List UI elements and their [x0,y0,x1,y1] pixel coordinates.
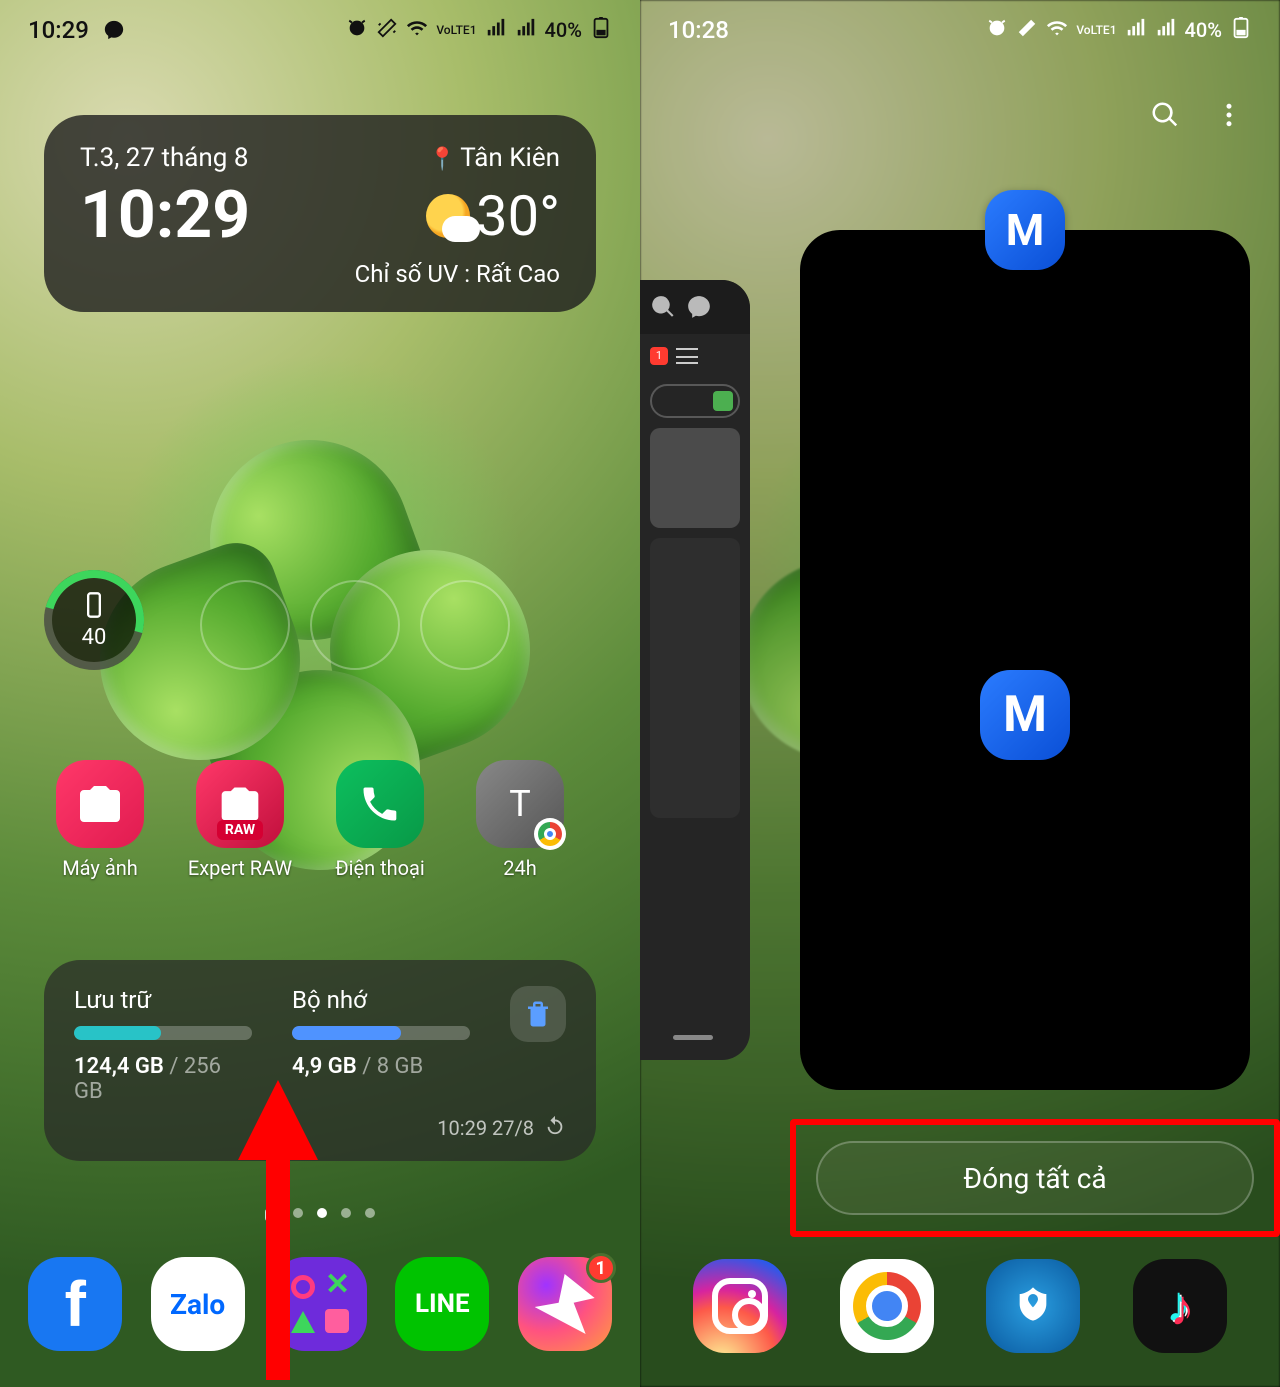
swipe-up-arrow-annotation [248,1080,308,1380]
weather-temp: 30° [426,183,560,249]
app-phone[interactable]: Điện thoại [324,760,436,880]
messenger-notif-icon [103,19,125,41]
location-pin-icon: 📍 [429,147,456,172]
screen-home: 10:29 VoLTE1 40% T.3, 27 tháng 8 📍Tân Ki… [0,0,640,1387]
volte-label: VoLTE1 [1076,24,1116,36]
screen-recents: 10:28 VoLTE1 40% 1 M [640,0,1280,1387]
recents-card-main[interactable]: M M [800,230,1250,1090]
camera-icon [56,760,144,848]
app-row: Máy ảnh RAW Expert RAW Điện thoại T 24h [44,760,596,880]
battery-icon [1230,17,1252,44]
weather-widget[interactable]: T.3, 27 tháng 8 📍Tân Kiên 10:29 30° Chỉ … [44,115,596,312]
alarm-icon [986,17,1008,44]
close-all-button[interactable]: Đóng tất cả [816,1141,1254,1215]
app-camera[interactable]: Máy ảnh [44,760,156,880]
wifi-icon [406,17,428,44]
dock: f Zalo ✕ LINE 1 [0,1257,640,1351]
status-time: 10:28 [668,16,729,44]
phone-icon [336,760,424,848]
dock: ♪ [640,1259,1280,1353]
signal-icon [485,17,507,44]
battery-text: 40% [1185,18,1222,42]
weather-uv: Chỉ số UV : Rất Cao [80,260,560,288]
recents-card-previous[interactable]: 1 [640,280,750,1060]
tiktok-icon: ♪ [1168,1277,1193,1336]
recents-top-actions [1150,100,1244,134]
storage-col: Lưu trữ 124,4 GB / 256 GB [74,986,252,1104]
background-bubbles [200,580,510,670]
search-icon[interactable] [1150,100,1180,134]
app-m-icon: M [980,670,1070,760]
messenger-bolt-icon [535,1274,595,1334]
instagram-icon [712,1278,768,1334]
vibrate-icon [376,17,398,44]
raw-icon: RAW [196,760,284,848]
dock-tiktok[interactable]: ♪ [1133,1259,1227,1353]
battery-text: 40% [545,18,582,42]
dock-line[interactable]: LINE [395,1257,489,1351]
battery-icon [590,17,612,44]
status-bar: 10:29 VoLTE1 40% [0,0,640,60]
signal-icon [1125,17,1147,44]
refresh-icon[interactable] [544,1114,566,1141]
memory-col: Bộ nhớ 4,9 GB / 8 GB [292,986,470,1079]
mini-search-icon [650,294,676,320]
dock-zalo[interactable]: Zalo [151,1257,245,1351]
signal2-icon [1155,17,1177,44]
dock-messenger[interactable]: 1 [518,1257,612,1351]
messenger-badge: 1 [586,1253,616,1283]
recents-app-icon-m[interactable]: M [985,190,1065,270]
storage-timestamp: 10:29 27/8 [437,1116,534,1140]
chrome-icon [853,1272,921,1340]
page-indicator[interactable] [0,1208,640,1222]
dock-instagram[interactable] [693,1259,787,1353]
storage-widget[interactable]: Lưu trữ 124,4 GB / 256 GB Bộ nhớ 4,9 GB … [44,960,596,1161]
app-expert-raw[interactable]: RAW Expert RAW [184,760,296,880]
prev-badge: 1 [650,347,668,365]
chrome-badge-icon [534,818,566,850]
more-icon[interactable] [1214,100,1244,134]
news-icon: T [476,760,564,848]
dock-vssid[interactable] [986,1259,1080,1353]
dock-chrome[interactable] [840,1259,934,1353]
insurance-icon [1013,1284,1053,1327]
wifi-icon [1046,17,1068,44]
weather-location: 📍Tân Kiên [429,143,560,173]
weather-date: T.3, 27 tháng 8 [80,143,248,173]
dock-facebook[interactable]: f [28,1257,122,1351]
weather-condition-icon [426,194,470,238]
alarm-icon [346,17,368,44]
vibrate-icon [1016,17,1038,44]
status-time: 10:29 [28,16,89,44]
mini-messenger-icon [686,294,712,320]
device-care-widget[interactable]: 40 [44,570,144,670]
hamburger-icon [676,348,698,364]
volte-label: VoLTE1 [436,24,476,36]
app-24h[interactable]: T 24h [464,760,576,880]
weather-time: 10:29 [80,177,250,254]
close-all-highlight: Đóng tất cả [790,1119,1280,1237]
signal2-icon [515,17,537,44]
clean-button[interactable] [510,986,566,1042]
status-bar: 10:28 VoLTE1 40% [640,0,1280,60]
